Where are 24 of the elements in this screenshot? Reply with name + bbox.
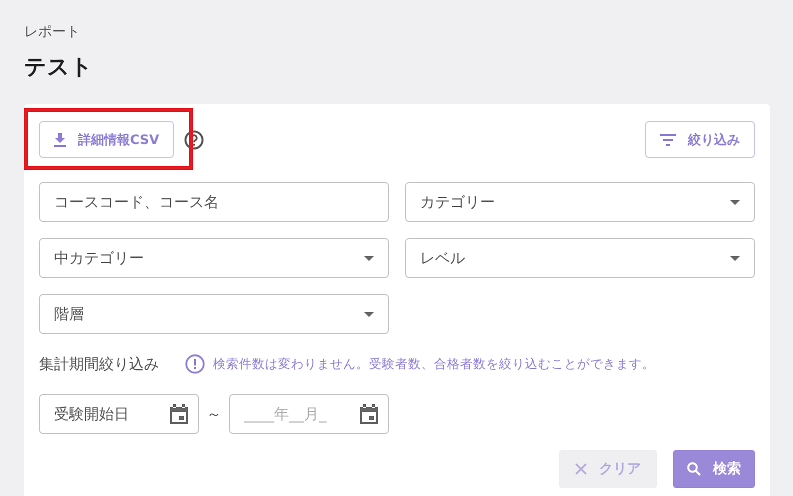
help-icon[interactable]	[184, 130, 204, 150]
dropdown-caret-icon	[364, 312, 374, 316]
breadcrumb: レポート	[24, 24, 81, 40]
page-title: テスト	[24, 54, 94, 82]
calendar-icon	[360, 404, 378, 424]
date-field[interactable]: 受験開始日	[39, 394, 199, 434]
calendar-icon	[170, 404, 188, 424]
info-icon	[185, 354, 205, 374]
dropdown-caret-icon	[730, 256, 740, 260]
select-field[interactable]: カテゴリー	[405, 182, 755, 222]
close-icon	[575, 463, 587, 475]
filter-icon	[660, 134, 676, 146]
select-field[interactable]: 中カテゴリー	[39, 238, 389, 278]
search-icon	[687, 462, 701, 476]
select-field[interactable]: 階層	[39, 294, 389, 334]
download-icon	[54, 132, 66, 146]
range-separator: ～	[206, 404, 222, 424]
dropdown-caret-icon	[730, 200, 740, 204]
search-field[interactable]: コースコード、コース名	[39, 182, 389, 222]
dropdown-caret-icon	[364, 256, 374, 260]
period-label: 集計期間絞り込み	[39, 354, 159, 374]
select-field[interactable]: レベル	[405, 238, 755, 278]
date-field[interactable]: ____年__月_	[229, 394, 389, 434]
period-note: 検索件数は変わりません。受験者数、合格者数を絞り込むことができます。	[213, 356, 655, 372]
